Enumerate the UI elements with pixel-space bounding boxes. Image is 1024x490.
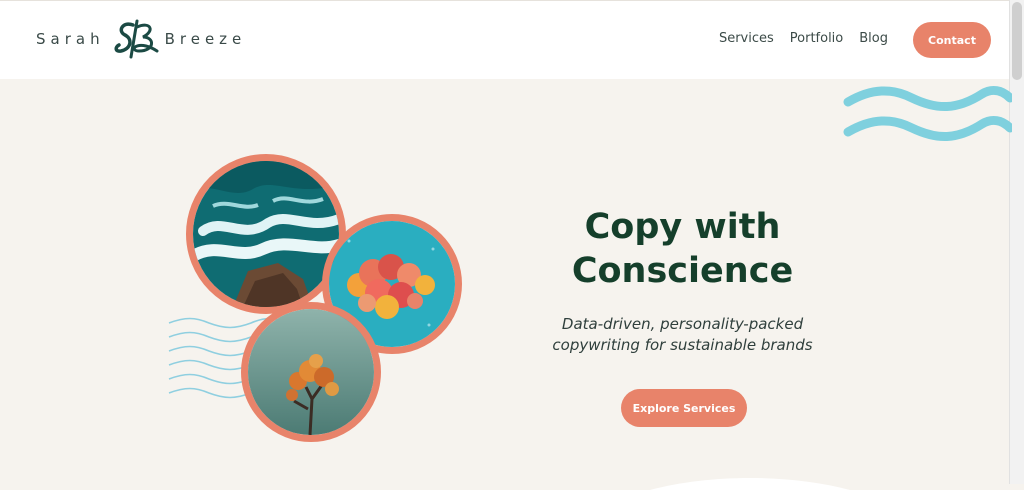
hero-subtitle-line1: Data-driven, personality-packed	[561, 315, 804, 333]
site-header: Sarah Breeze Services Portfolio Blog Con…	[0, 0, 1024, 79]
hero-title-line1: Copy with	[584, 207, 781, 247]
main-nav: Services Portfolio Blog	[719, 31, 888, 46]
nav-blog-link[interactable]: Blog	[859, 31, 888, 46]
decorative-bottom-curve-icon	[650, 478, 850, 490]
logo-last-name: Breeze	[164, 30, 247, 48]
scrollbar-thumb[interactable]	[1012, 2, 1022, 80]
ocean-waves-image	[193, 161, 339, 307]
autumn-tree-image	[248, 309, 374, 435]
autumn-tree-photo	[241, 302, 381, 442]
explore-services-button[interactable]: Explore Services	[621, 389, 747, 427]
logo-first-name: Sarah	[36, 30, 105, 48]
contact-button[interactable]: Contact	[913, 22, 991, 58]
hero-subtitle: Data-driven, personality-packed copywrit…	[535, 314, 830, 356]
hero-title-line2: Conscience	[571, 251, 794, 291]
logo[interactable]: Sarah Breeze	[36, 17, 246, 61]
nav-services-link[interactable]: Services	[719, 31, 774, 46]
decorative-wave-top-icon	[843, 86, 1012, 142]
hero-subtitle-line2: copywriting for sustainable brands	[552, 336, 813, 354]
logo-monogram-icon	[114, 19, 159, 59]
nav-portfolio-link[interactable]: Portfolio	[790, 31, 843, 46]
hero-title: Copy with Conscience	[555, 205, 810, 293]
scrollbar[interactable]	[1009, 0, 1024, 484]
